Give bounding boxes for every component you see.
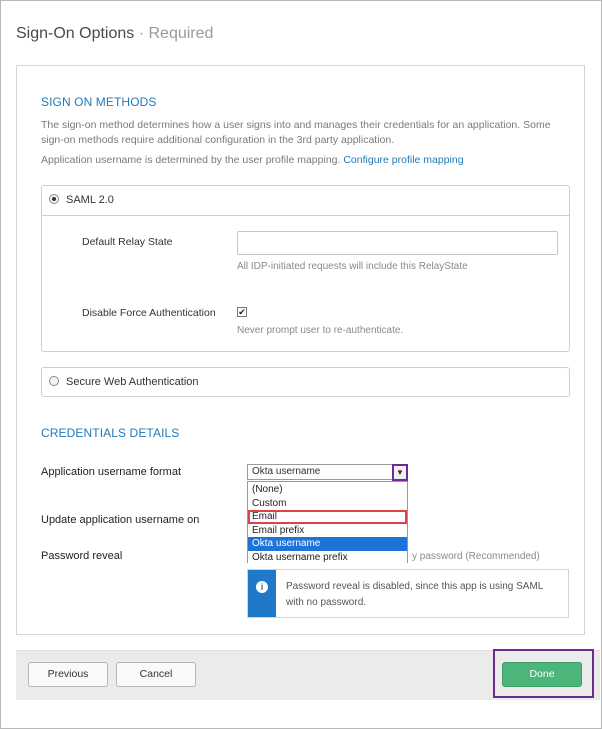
chevron-down-icon[interactable]: ▼ [392, 464, 408, 481]
page-title: Sign-On Options · Required [16, 25, 213, 43]
swa-radio[interactable] [49, 376, 59, 386]
dropdown-option[interactable]: Custom [248, 496, 407, 510]
dropdown-option-selected[interactable]: Okta username [248, 537, 407, 551]
dropdown-option[interactable]: Okta username prefix [248, 550, 407, 564]
disable-force-auth-checkbox[interactable]: ✔ [237, 307, 247, 317]
username-format-dropdown: (None) Custom Email Email prefix Okta us… [247, 481, 408, 564]
saml-radio-label: SAML 2.0 [66, 194, 114, 206]
password-reveal-info-box: i Password reveal is disabled, since thi… [247, 569, 569, 618]
sign-on-methods-heading: SIGN ON METHODS [41, 95, 157, 109]
relay-state-hint: All IDP-initiated requests will include … [237, 261, 468, 272]
username-format-select[interactable]: Okta username [247, 464, 407, 480]
dropdown-option-email[interactable]: Email [248, 510, 407, 524]
username-mapping-text: Application username is determined by th… [41, 154, 341, 166]
page-title-text: Sign-On Options [16, 25, 135, 42]
username-mapping-note: Application username is determined by th… [41, 153, 569, 168]
disable-force-auth-label: Disable Force Authentication [82, 307, 216, 319]
info-icon: i [256, 581, 268, 593]
dropdown-option[interactable]: (None) [248, 483, 407, 497]
password-reveal-option-text: y password (Recommended) [412, 551, 540, 562]
credentials-details-heading: CREDENTIALS DETAILS [41, 426, 180, 440]
disable-force-auth-hint: Never prompt user to re-authenticate. [237, 325, 404, 336]
swa-radio-label: Secure Web Authentication [66, 376, 199, 388]
saml-panel-header[interactable] [42, 186, 569, 216]
previous-button[interactable]: Previous [28, 662, 108, 687]
saml-radio[interactable] [49, 194, 59, 204]
info-strip: i [248, 570, 276, 617]
update-username-label: Update application username on [41, 514, 200, 526]
username-format-label: Application username format [41, 466, 182, 478]
sign-on-methods-description: The sign-on method determines how a user… [41, 119, 551, 146]
title-separator: · [134, 25, 149, 42]
required-label: Required [148, 25, 214, 42]
default-relay-state-label: Default Relay State [82, 236, 173, 248]
dropdown-option[interactable]: Email prefix [248, 523, 407, 537]
password-reveal-info-text: Password reveal is disabled, since this … [286, 581, 543, 608]
done-button[interactable]: Done [502, 662, 582, 687]
default-relay-state-input[interactable] [237, 231, 558, 255]
password-reveal-label: Password reveal [41, 550, 123, 562]
configure-profile-mapping-link[interactable]: Configure profile mapping [343, 154, 463, 166]
cancel-button[interactable]: Cancel [116, 662, 196, 687]
